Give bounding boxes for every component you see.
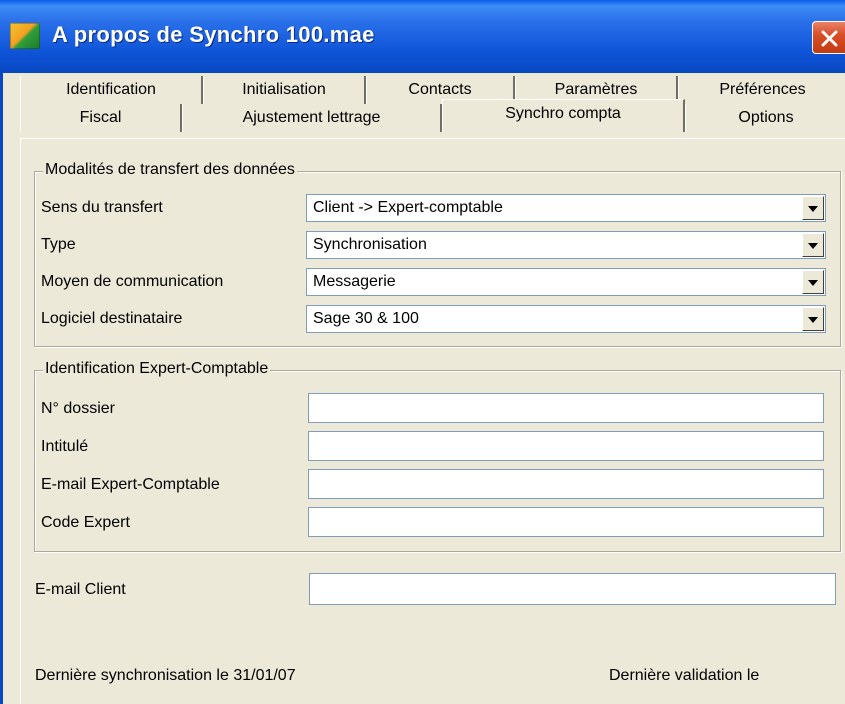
expert-code-field[interactable] bbox=[308, 507, 824, 537]
tab-row-2: Fiscal Ajustement lettrage Synchro compt… bbox=[20, 99, 845, 132]
type-value: Synchronisation bbox=[313, 236, 427, 253]
tab-ajustement-lettrage[interactable]: Ajustement lettrage bbox=[182, 104, 442, 132]
tab-fiscal[interactable]: Fiscal bbox=[20, 104, 182, 132]
chevron-down-icon[interactable] bbox=[802, 196, 824, 220]
app-icon bbox=[10, 23, 40, 49]
tab-panel-synchro-compta: Modalités de transfert des données Sens … bbox=[20, 138, 845, 704]
last-validation-status: Dernière validation le bbox=[609, 667, 760, 684]
expert-email-field[interactable] bbox=[308, 469, 824, 499]
transfer-direction-select[interactable]: Client -> Expert-comptable bbox=[306, 194, 826, 222]
transfer-direction-label: Sens du transfert bbox=[41, 199, 163, 216]
expert-group-legend: Identification Expert-Comptable bbox=[43, 360, 271, 378]
expert-code-label: Code Expert bbox=[41, 514, 130, 531]
window-title: A propos de Synchro 100.mae bbox=[52, 22, 375, 47]
intitule-label: Intitulé bbox=[41, 438, 89, 455]
close-icon bbox=[821, 30, 838, 47]
tab-preferences[interactable]: Préférences bbox=[678, 76, 845, 104]
tab-options[interactable]: Options bbox=[685, 104, 845, 132]
chevron-down-icon[interactable] bbox=[802, 233, 824, 257]
chevron-down-icon[interactable] bbox=[802, 307, 824, 331]
client-email-field[interactable] bbox=[309, 573, 836, 605]
expert-identification-group: Identification Expert-Comptable N° dossi… bbox=[34, 360, 841, 552]
transfer-group-legend: Modalités de transfert des données bbox=[43, 161, 297, 179]
tab-initialisation[interactable]: Initialisation bbox=[203, 76, 366, 104]
target-software-select[interactable]: Sage 30 & 100 bbox=[306, 305, 826, 333]
dialog-body: Identification Initialisation Contacts P… bbox=[0, 73, 845, 704]
transfer-direction-value: Client -> Expert-comptable bbox=[313, 199, 503, 216]
transfer-settings-group: Modalités de transfert des données Sens … bbox=[34, 161, 841, 347]
dossier-number-label: N° dossier bbox=[41, 400, 115, 417]
communication-value: Messagerie bbox=[313, 273, 396, 290]
tab-synchro-compta[interactable]: Synchro compta bbox=[442, 99, 685, 132]
communication-select[interactable]: Messagerie bbox=[306, 268, 826, 296]
client-email-label: E-mail Client bbox=[35, 581, 126, 598]
close-button[interactable] bbox=[812, 21, 845, 54]
target-software-label: Logiciel destinataire bbox=[41, 310, 183, 327]
type-select[interactable]: Synchronisation bbox=[306, 231, 826, 259]
last-sync-status: Dernière synchronisation le 31/01/07 bbox=[35, 667, 296, 684]
expert-email-label: E-mail Expert-Comptable bbox=[41, 476, 220, 493]
intitule-field[interactable] bbox=[308, 431, 824, 461]
communication-label: Moyen de communication bbox=[41, 273, 224, 290]
tab-row-1: Identification Initialisation Contacts P… bbox=[20, 76, 845, 104]
chevron-down-icon[interactable] bbox=[802, 270, 824, 294]
type-label: Type bbox=[41, 236, 76, 253]
target-software-value: Sage 30 & 100 bbox=[313, 310, 419, 327]
tab-identification[interactable]: Identification bbox=[20, 76, 203, 104]
dossier-number-field[interactable] bbox=[308, 393, 824, 423]
title-bar[interactable]: A propos de Synchro 100.mae bbox=[0, 0, 845, 73]
